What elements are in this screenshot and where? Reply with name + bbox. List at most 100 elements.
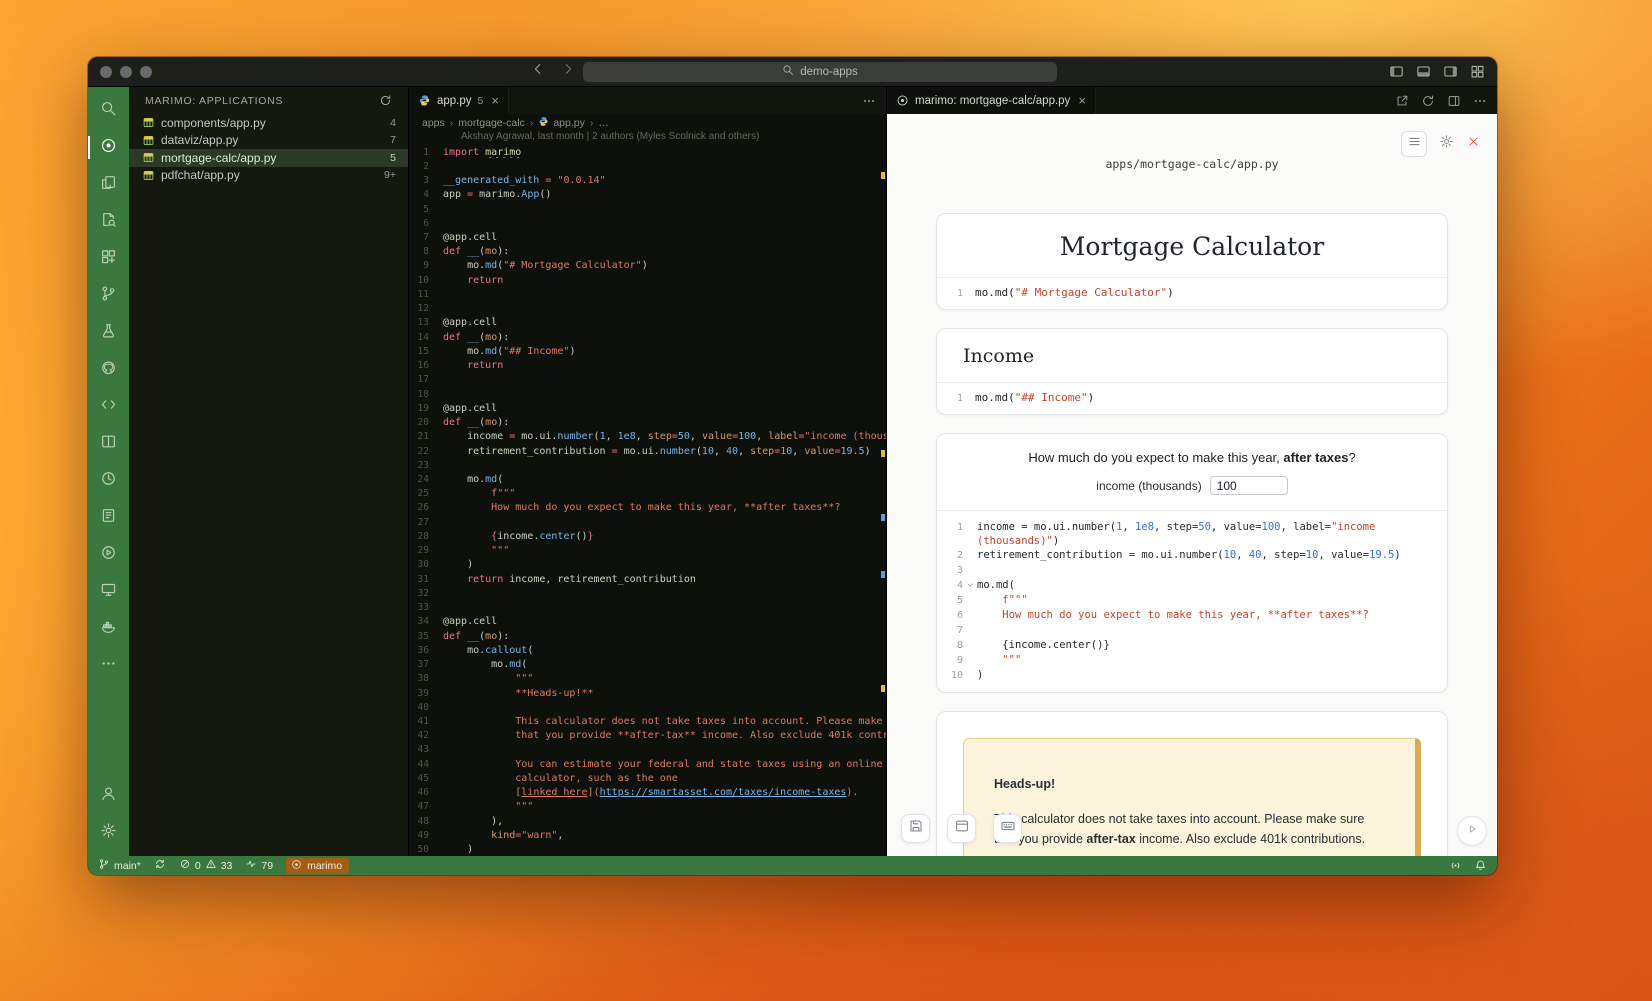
activity-item-files[interactable]	[88, 166, 129, 203]
code-line[interactable]: 19@app.cell	[409, 401, 886, 415]
refresh-icon[interactable]	[379, 94, 392, 107]
split-editor-icon[interactable]	[1447, 94, 1461, 108]
code-line[interactable]: 42 that you provide **after-tax** income…	[409, 729, 886, 743]
activity-item-code-arrows[interactable]	[88, 388, 129, 425]
code-line[interactable]: 37 mo.md(	[409, 657, 886, 671]
code-line[interactable]: 35def __(mo):	[409, 629, 886, 643]
code-line[interactable]: 1import marimo	[409, 145, 886, 159]
code-line[interactable]: 36 mo.callout(	[409, 643, 886, 657]
code-line[interactable]: 11	[409, 287, 886, 301]
activity-item-notebook[interactable]	[88, 499, 129, 536]
code-line[interactable]: 33	[409, 601, 886, 615]
forward-arrow-icon[interactable]	[561, 62, 575, 81]
code-line[interactable]: 47 """	[409, 800, 886, 814]
tab-marimo-preview[interactable]: marimo: mortgage-calc/app.py ×	[887, 87, 1096, 114]
activity-item-more[interactable]	[88, 647, 129, 684]
activity-item-settings-gear[interactable]	[88, 814, 129, 851]
code-line[interactable]: 26 How much do you expect to make this y…	[409, 501, 886, 515]
code-line[interactable]: 8def __(mo):	[409, 245, 886, 259]
run-button[interactable]	[1457, 816, 1487, 846]
code-line[interactable]: 17	[409, 373, 886, 387]
breadcrumb-item[interactable]: apps	[422, 117, 445, 129]
code-line[interactable]: 49 kind="warn",	[409, 828, 886, 842]
code-line[interactable]: 12	[409, 302, 886, 316]
activity-item-split-layout[interactable]	[88, 425, 129, 462]
code-line[interactable]: 18	[409, 387, 886, 401]
menu-button[interactable]	[1401, 131, 1427, 157]
activity-item-run-circle[interactable]	[88, 536, 129, 573]
activity-item-history[interactable]	[88, 462, 129, 499]
reload-preview-icon[interactable]	[1421, 94, 1435, 108]
code-line[interactable]: 22 retirement_contribution = mo.ui.numbe…	[409, 444, 886, 458]
code-line[interactable]: 31 return income, retirement_contributio…	[409, 572, 886, 586]
code-line[interactable]: 5	[409, 202, 886, 216]
code-line[interactable]: 44 You can estimate your federal and sta…	[409, 757, 886, 771]
save-button[interactable]	[901, 814, 930, 843]
code-line[interactable]: 6	[409, 216, 886, 230]
panel-left-icon[interactable]	[1389, 64, 1404, 79]
code-line[interactable]: 40	[409, 700, 886, 714]
income-input[interactable]	[1210, 476, 1288, 495]
code-line[interactable]: 10 return	[409, 273, 886, 287]
layout-grid-icon[interactable]	[1470, 64, 1485, 79]
code-line[interactable]: 46 [linked here](https://smartasset.com/…	[409, 786, 886, 800]
app-settings-button[interactable]	[1439, 134, 1454, 154]
activity-item-docker[interactable]	[88, 610, 129, 647]
code-line[interactable]: 3__generated_with = "0.0.14"	[409, 173, 886, 187]
code-line[interactable]: 34@app.cell	[409, 615, 886, 629]
activity-item-search[interactable]	[88, 92, 129, 129]
breadcrumb-item[interactable]: …	[598, 117, 609, 129]
broadcast-icon[interactable]	[1449, 859, 1462, 872]
code-line[interactable]: 9 mo.md("# Mortgage Calculator")	[409, 259, 886, 273]
file-tree-item[interactable]: pdfchat/app.py9+	[129, 167, 408, 185]
close-tab-icon[interactable]: ×	[491, 93, 499, 108]
code-line[interactable]: 41 This calculator does not take taxes i…	[409, 714, 886, 728]
code-line[interactable]: 14def __(mo):	[409, 330, 886, 344]
activity-item-devices[interactable]	[88, 573, 129, 610]
file-tree-item[interactable]: components/app.py4	[129, 114, 408, 132]
shutdown-button[interactable]	[1466, 134, 1481, 154]
code-line[interactable]: 16 return	[409, 359, 886, 373]
code-line[interactable]: 43	[409, 743, 886, 757]
panel-right-icon[interactable]	[1443, 64, 1458, 79]
activity-item-search-file[interactable]	[88, 203, 129, 240]
code-line[interactable]: 15 mo.md("## Income")	[409, 344, 886, 358]
overview-ruler[interactable]	[881, 144, 885, 856]
panel-button[interactable]	[947, 814, 976, 843]
breadcrumb-item[interactable]: app.py	[538, 116, 585, 130]
minimize-window-button[interactable]	[120, 66, 132, 78]
code-line[interactable]: 30 )	[409, 558, 886, 572]
code-line[interactable]: 27	[409, 515, 886, 529]
code-line[interactable]: 29 """	[409, 544, 886, 558]
activity-item-github[interactable]	[88, 351, 129, 388]
zoom-window-button[interactable]	[140, 66, 152, 78]
tab-app-py[interactable]: app.py 5 ×	[409, 87, 509, 114]
activity-item-extensions[interactable]	[88, 240, 129, 277]
code-line[interactable]: 20def __(mo):	[409, 415, 886, 429]
file-tree-item[interactable]: mortgage-calc/app.py5	[129, 149, 408, 167]
code-line[interactable]: 38 """	[409, 672, 886, 686]
code-line[interactable]: 25 f"""	[409, 487, 886, 501]
fold-chevron-icon[interactable]	[963, 578, 977, 589]
code-line[interactable]: 23	[409, 458, 886, 472]
file-tree-item[interactable]: dataviz/app.py7	[129, 132, 408, 150]
activity-item-beaker[interactable]	[88, 314, 129, 351]
code-editor[interactable]: 1import marimo23__generated_with = "0.0.…	[409, 144, 886, 856]
code-line[interactable]: 2	[409, 159, 886, 173]
code-line[interactable]: 7@app.cell	[409, 230, 886, 244]
activity-item-marimo[interactable]	[88, 129, 129, 166]
cell-code[interactable]: 1mo.md("# Mortgage Calculator")	[937, 278, 1447, 309]
code-line[interactable]: 50 )	[409, 842, 886, 856]
code-line[interactable]: 4app = marimo.App()	[409, 188, 886, 202]
activity-item-git-branch[interactable]	[88, 277, 129, 314]
code-line[interactable]: 24 mo.md(	[409, 472, 886, 486]
more-actions-icon[interactable]	[862, 94, 876, 108]
code-line[interactable]: 21 income = mo.ui.number(1, 1e8, step=50…	[409, 430, 886, 444]
panel-bottom-icon[interactable]	[1416, 64, 1431, 79]
keyboard-shortcuts-button[interactable]	[993, 814, 1022, 843]
code-line[interactable]: 13@app.cell	[409, 316, 886, 330]
close-tab-icon[interactable]: ×	[1078, 93, 1086, 108]
code-line[interactable]: 45 calculator, such as the one	[409, 771, 886, 785]
code-line[interactable]: 48 ),	[409, 814, 886, 828]
breadcrumb-item[interactable]: mortgage-calc	[458, 117, 525, 129]
